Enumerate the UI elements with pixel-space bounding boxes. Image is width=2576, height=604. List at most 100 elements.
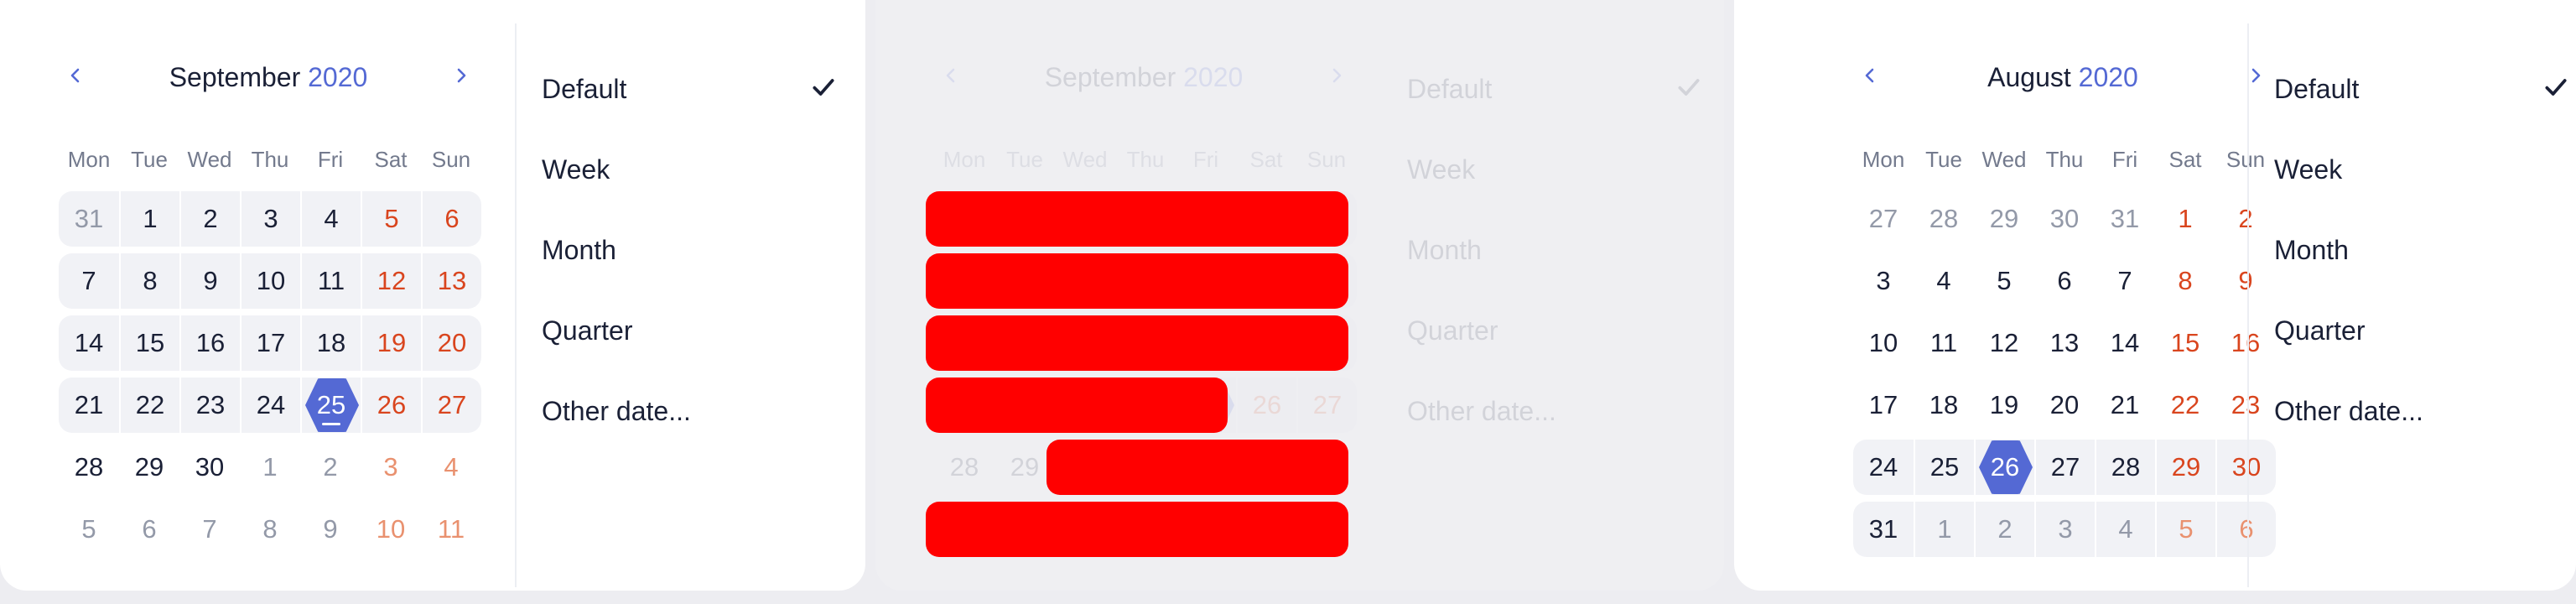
day-cell[interactable]: 27 (421, 378, 481, 433)
day-cell[interactable]: 23 (2215, 378, 2276, 433)
day-cell[interactable]: 1 (240, 440, 300, 495)
day-cell[interactable]: 7 (59, 253, 119, 309)
day-cell[interactable]: 2 (2215, 191, 2276, 247)
day-cell[interactable]: 3 (2034, 502, 2095, 557)
day-cell[interactable]: 13 (421, 253, 481, 309)
day-cell[interactable]: 22 (2155, 378, 2215, 433)
day-cell[interactable]: 18 (300, 315, 361, 371)
menu-item-option[interactable]: Default (542, 49, 844, 129)
day-cell[interactable]: 5 (59, 502, 119, 557)
menu-item-option[interactable]: Quarter (1407, 290, 1709, 371)
day-cell[interactable]: 10 (1853, 315, 1914, 371)
day-cell[interactable]: 15 (2155, 315, 2215, 371)
selected-day-cell[interactable]: 26 (1974, 440, 2034, 495)
day-cell[interactable]: 17 (240, 315, 300, 371)
day-cell[interactable]: 17 (1853, 378, 1914, 433)
day-cell[interactable]: 9 (179, 253, 240, 309)
day-cell[interactable]: 13 (2034, 315, 2095, 371)
day-cell[interactable]: 25 (1914, 440, 1974, 495)
day-cell[interactable]: 9 (300, 502, 361, 557)
day-cell[interactable]: 8 (119, 253, 179, 309)
day-cell[interactable]: 11 (300, 253, 361, 309)
day-cell[interactable]: 10 (361, 502, 421, 557)
day-cell[interactable]: 4 (421, 440, 481, 495)
menu-item-option[interactable]: Week (1407, 129, 1709, 210)
day-cell[interactable]: 31 (59, 191, 119, 247)
menu-item-option[interactable]: Other date... (2274, 371, 2576, 451)
day-cell[interactable]: 11 (421, 502, 481, 557)
day-cell[interactable]: 5 (1974, 253, 2034, 309)
next-month-button[interactable] (444, 60, 478, 94)
day-cell[interactable]: 3 (361, 440, 421, 495)
day-cell[interactable]: 28 (1914, 191, 1974, 247)
day-cell[interactable]: 24 (240, 378, 300, 433)
day-cell[interactable]: 2 (1974, 502, 2034, 557)
day-cell[interactable]: 4 (300, 191, 361, 247)
prev-month-button[interactable] (59, 60, 92, 94)
day-cell[interactable]: 7 (179, 502, 240, 557)
day-cell[interactable]: 4 (2095, 502, 2155, 557)
day-cell[interactable]: 19 (1974, 378, 2034, 433)
day-cell[interactable]: 26 (361, 378, 421, 433)
menu-item-option[interactable]: Default (2274, 49, 2576, 129)
day-cell[interactable]: 29 (2155, 440, 2215, 495)
day-cell[interactable]: 3 (1853, 253, 1914, 309)
day-cell[interactable]: 30 (179, 440, 240, 495)
menu-item-option[interactable]: Other date... (1407, 371, 1709, 451)
day-cell[interactable]: 16 (2215, 315, 2276, 371)
day-cell[interactable]: 7 (2095, 253, 2155, 309)
day-cell[interactable]: 2 (179, 191, 240, 247)
day-cell[interactable]: 3 (240, 191, 300, 247)
next-month-button[interactable] (2239, 60, 2272, 94)
day-cell[interactable]: 6 (421, 191, 481, 247)
day-cell[interactable]: 28 (2095, 440, 2155, 495)
menu-item-option[interactable]: Month (542, 210, 844, 290)
menu-item-option[interactable]: Default (1407, 49, 1709, 129)
menu-item-option[interactable]: Quarter (542, 290, 844, 371)
day-cell[interactable]: 1 (119, 191, 179, 247)
day-cell[interactable]: 8 (2155, 253, 2215, 309)
day-cell[interactable]: 19 (361, 315, 421, 371)
menu-item-option[interactable]: Quarter (2274, 290, 2576, 371)
day-cell[interactable]: 20 (2034, 378, 2095, 433)
menu-item-option[interactable]: Month (1407, 210, 1709, 290)
day-cell[interactable]: 5 (2155, 502, 2215, 557)
day-cell[interactable]: 10 (240, 253, 300, 309)
month-year-title[interactable]: September 2020 (968, 60, 1320, 94)
day-cell[interactable]: 30 (2034, 191, 2095, 247)
day-cell[interactable]: 1 (1914, 502, 1974, 557)
day-cell[interactable]: 5 (361, 191, 421, 247)
day-cell[interactable]: 29 (1974, 191, 2034, 247)
menu-item-option[interactable]: Week (2274, 129, 2576, 210)
day-cell[interactable]: 12 (1974, 315, 2034, 371)
day-cell[interactable]: 1 (2155, 191, 2215, 247)
month-year-title[interactable]: September 2020 (92, 60, 444, 94)
selected-day-cell[interactable]: 25 (300, 378, 361, 433)
day-cell[interactable]: 27 (2034, 440, 2095, 495)
next-month-button[interactable] (1320, 60, 1353, 94)
menu-item-option[interactable]: Month (2274, 210, 2576, 290)
day-cell[interactable]: 16 (179, 315, 240, 371)
day-cell[interactable]: 29 (119, 440, 179, 495)
month-year-title[interactable]: August 2020 (1887, 60, 2239, 94)
day-cell[interactable]: 6 (119, 502, 179, 557)
day-cell[interactable]: 18 (1914, 378, 1974, 433)
day-cell[interactable]: 24 (1853, 440, 1914, 495)
day-cell[interactable]: 31 (2095, 191, 2155, 247)
day-cell[interactable]: 20 (421, 315, 481, 371)
day-cell[interactable]: 11 (1914, 315, 1974, 371)
day-cell[interactable]: 8 (240, 502, 300, 557)
menu-item-option[interactable]: Other date... (542, 371, 844, 451)
day-cell[interactable]: 21 (2095, 378, 2155, 433)
prev-month-button[interactable] (1853, 60, 1887, 94)
day-cell[interactable]: 28 (59, 440, 119, 495)
day-cell[interactable]: 21 (59, 378, 119, 433)
day-cell[interactable]: 14 (2095, 315, 2155, 371)
day-cell[interactable]: 30 (2215, 440, 2276, 495)
day-cell[interactable]: 23 (179, 378, 240, 433)
day-cell[interactable]: 6 (2034, 253, 2095, 309)
day-cell[interactable]: 2 (300, 440, 361, 495)
day-cell[interactable]: 4 (1914, 253, 1974, 309)
day-cell[interactable]: 9 (2215, 253, 2276, 309)
day-cell[interactable]: 15 (119, 315, 179, 371)
